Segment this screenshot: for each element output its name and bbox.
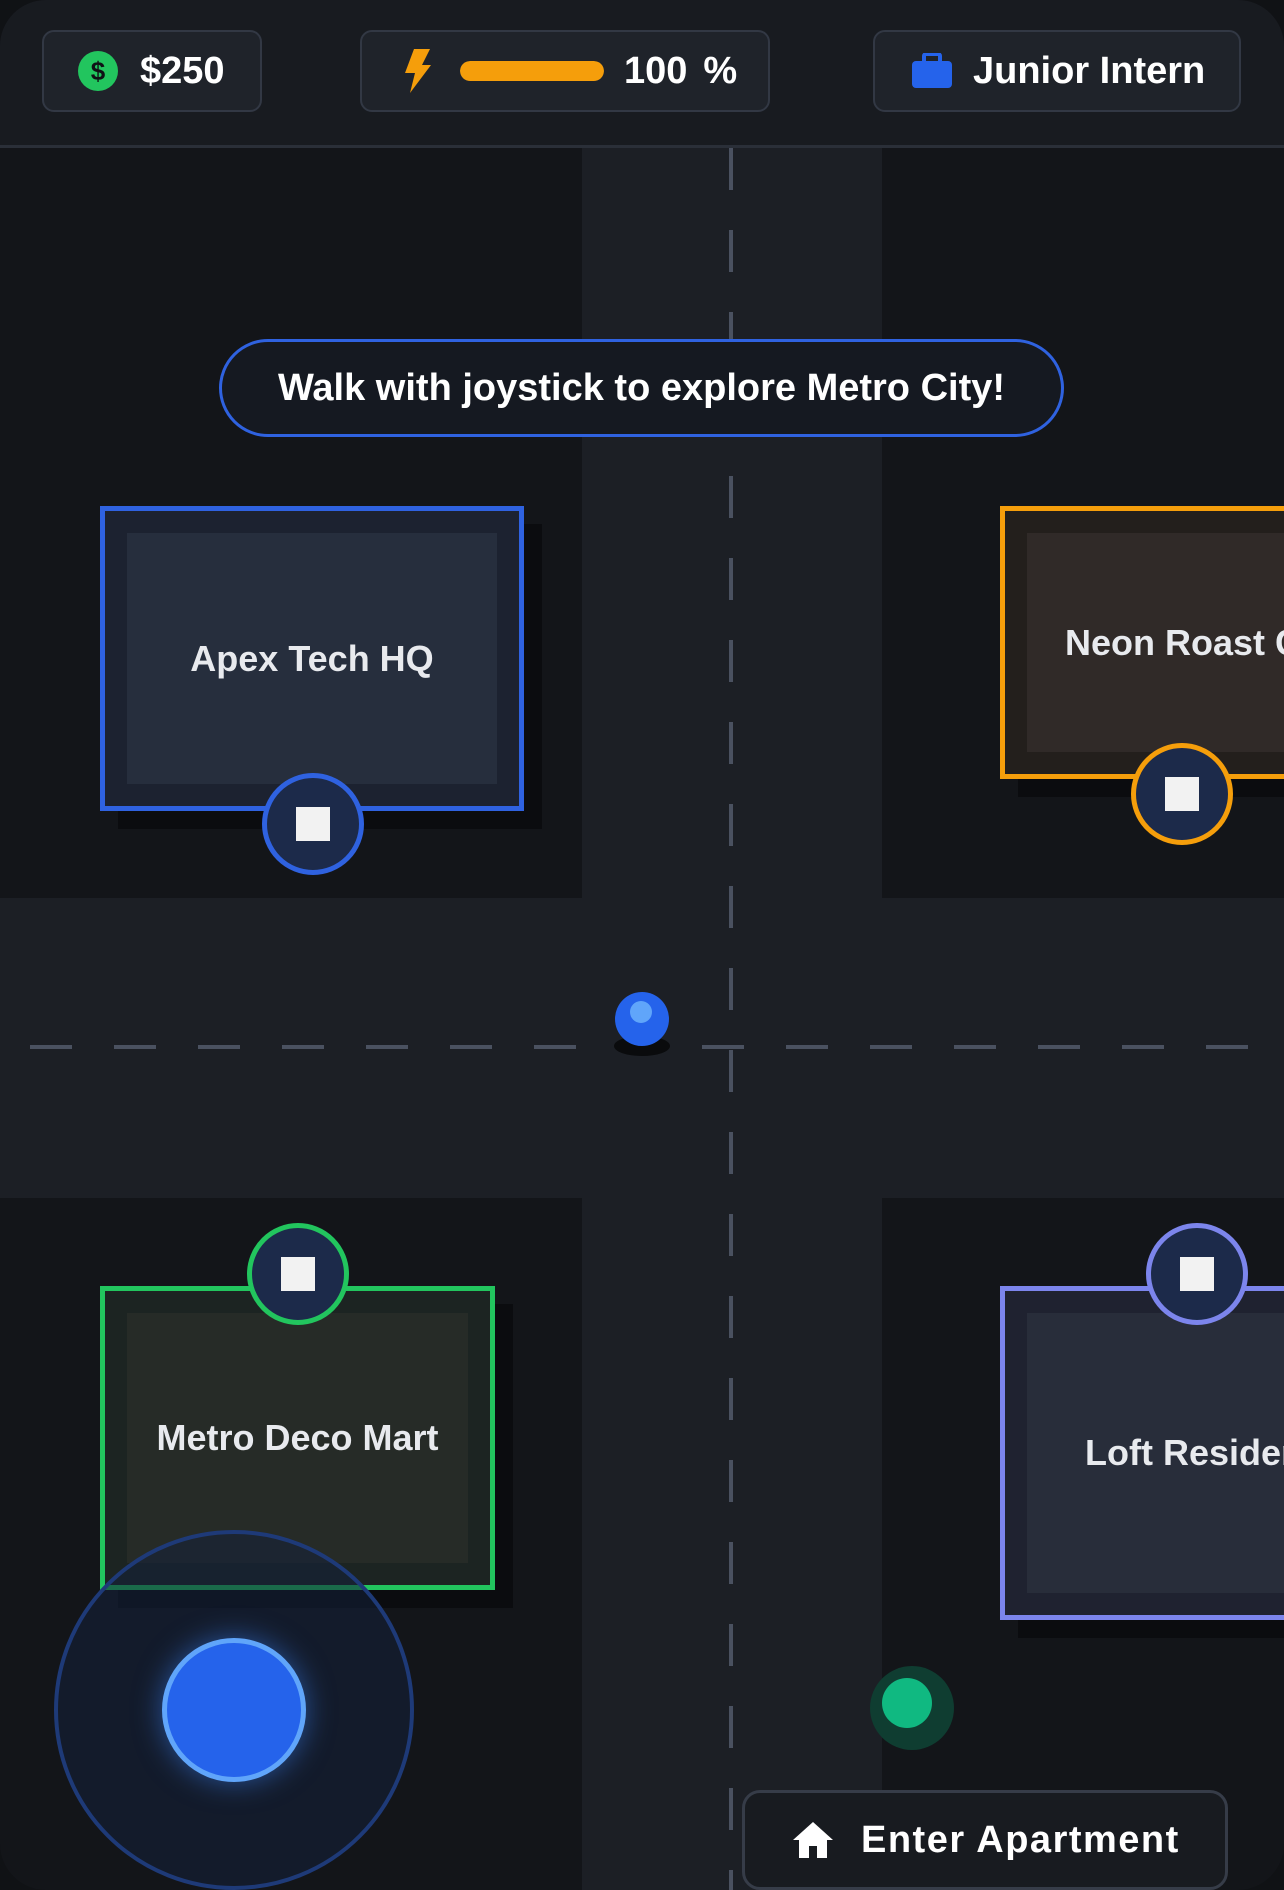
npc-character[interactable] bbox=[870, 1666, 954, 1750]
npc-body bbox=[882, 1678, 932, 1728]
job-display: Junior Intern bbox=[873, 30, 1241, 112]
lightning-bolt-icon bbox=[405, 49, 431, 93]
building-name: Loft Residenc bbox=[1085, 1432, 1284, 1473]
enter-apartment-label: Enter Apartment bbox=[861, 1818, 1180, 1861]
building-roof: Neon Roast Ca bbox=[1027, 533, 1284, 752]
building-roof: Loft Residenc bbox=[1027, 1313, 1284, 1593]
building-apex-tech-hq[interactable]: Apex Tech HQ bbox=[100, 506, 524, 811]
money-display: $ $250 bbox=[42, 30, 262, 112]
building-loft-residence[interactable]: Loft Residenc bbox=[1000, 1286, 1284, 1620]
door-icon bbox=[281, 1257, 315, 1291]
building-name: Neon Roast Ca bbox=[1065, 621, 1284, 663]
door-apex-tech-hq[interactable] bbox=[262, 773, 364, 875]
door-icon bbox=[1180, 1257, 1214, 1291]
door-neon-roast-cafe[interactable] bbox=[1131, 743, 1233, 845]
building-roof: Apex Tech HQ bbox=[127, 533, 497, 784]
player-highlight bbox=[630, 1001, 652, 1023]
money-value: $250 bbox=[140, 49, 225, 92]
briefcase-icon bbox=[912, 53, 952, 88]
door-loft-residence[interactable] bbox=[1146, 1223, 1248, 1325]
home-icon bbox=[793, 1822, 833, 1858]
door-icon bbox=[1165, 777, 1199, 811]
job-title: Junior Intern bbox=[973, 49, 1206, 92]
energy-bar bbox=[460, 61, 604, 81]
game-screen: $ $250 100 % Junior Intern Apex Tech HQ … bbox=[0, 0, 1284, 1890]
enter-apartment-button[interactable]: Enter Apartment bbox=[742, 1790, 1228, 1890]
door-icon bbox=[296, 807, 330, 841]
building-roof: Metro Deco Mart bbox=[127, 1313, 468, 1563]
energy-display: 100 % bbox=[360, 30, 770, 112]
player-character bbox=[615, 992, 669, 1046]
coin-icon: $ bbox=[78, 51, 118, 91]
energy-unit: % bbox=[703, 49, 738, 92]
building-name: Metro Deco Mart bbox=[156, 1417, 439, 1458]
building-neon-roast-cafe[interactable]: Neon Roast Ca bbox=[1000, 506, 1284, 779]
energy-bar-fill bbox=[460, 61, 604, 81]
joystick-knob[interactable] bbox=[162, 1638, 306, 1782]
hud-bar: $ $250 100 % Junior Intern bbox=[0, 0, 1284, 148]
building-name: Apex Tech HQ bbox=[190, 637, 434, 679]
energy-value: 100 bbox=[624, 49, 688, 92]
door-metro-deco-mart[interactable] bbox=[247, 1223, 349, 1325]
tutorial-tip: Walk with joystick to explore Metro City… bbox=[219, 339, 1064, 437]
